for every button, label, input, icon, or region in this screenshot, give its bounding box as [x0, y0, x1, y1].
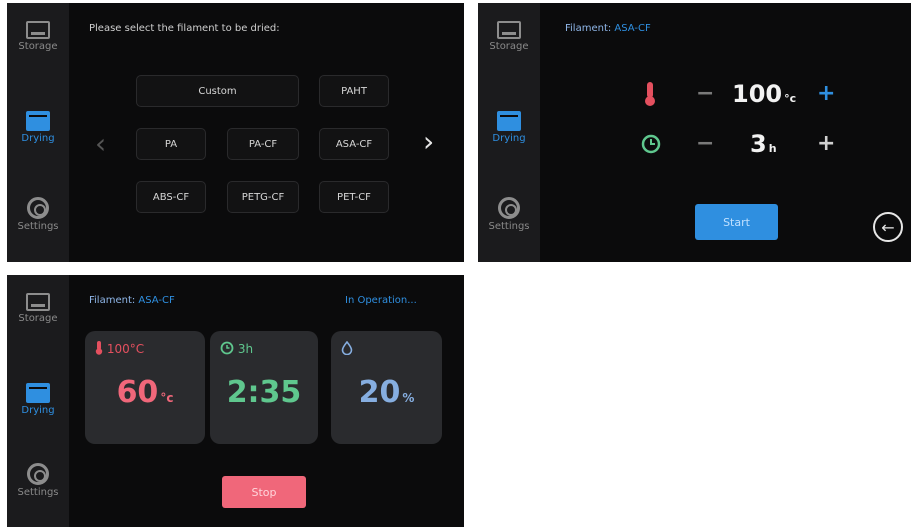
- sidebar-item-label: Drying: [21, 405, 55, 416]
- storage-icon: [26, 293, 50, 311]
- gear-icon: [27, 463, 49, 485]
- filament-button-pet-cf[interactable]: PET-CF: [319, 181, 389, 213]
- sidebar-item-storage[interactable]: Storage: [7, 13, 69, 93]
- temp-unit: °c: [784, 92, 797, 105]
- humidity-card: 20%: [331, 331, 442, 444]
- sidebar: Storage Drying Settings: [478, 3, 540, 262]
- filament-button-paht[interactable]: PAHT: [319, 75, 389, 107]
- storage-icon: [26, 21, 50, 39]
- filament-label: Filament:: [89, 295, 136, 306]
- time-unit: h: [768, 142, 777, 155]
- filament-select-screen: Storage Drying Settings Please select th…: [7, 3, 464, 262]
- temperature-card: 100°C 60 °c: [85, 331, 205, 444]
- time-remaining: 2:35: [226, 375, 302, 410]
- filament-button-pa[interactable]: PA: [136, 128, 206, 160]
- filament-value: ASA-CF: [138, 295, 175, 306]
- drying-icon: [26, 383, 50, 403]
- sidebar-item-label: Drying: [492, 133, 526, 144]
- filament-value: ASA-CF: [614, 23, 651, 34]
- time-target: 3h: [220, 341, 253, 356]
- time-value: 3h: [750, 130, 777, 158]
- temp-value: 100 °c: [732, 80, 796, 108]
- droplet-icon: [341, 340, 353, 356]
- temp-current-unit: °c: [160, 391, 174, 405]
- drying-icon: [497, 111, 521, 131]
- filament-info: Filament: ASA-CF: [565, 23, 651, 34]
- temp-plus-button[interactable]: +: [817, 81, 835, 106]
- start-button[interactable]: Start: [695, 204, 778, 240]
- drying-icon: [26, 111, 50, 131]
- sidebar-item-label: Storage: [18, 41, 58, 52]
- sidebar-item-label: Settings: [17, 487, 59, 498]
- filament-button-custom[interactable]: Custom: [136, 75, 299, 107]
- gear-icon: [498, 197, 520, 219]
- drying-progress-screen: Storage Drying Settings Filament: ASA-CF…: [7, 275, 464, 527]
- sidebar-item-storage[interactable]: Storage: [7, 285, 69, 365]
- next-arrow-icon[interactable]: ›: [423, 125, 434, 158]
- drying-settings-screen: Storage Drying Settings Filament: ASA-CF…: [478, 3, 911, 262]
- filament-button-asa-cf[interactable]: ASA-CF: [319, 128, 389, 160]
- time-plus-button[interactable]: +: [817, 131, 835, 156]
- humidity-head: [341, 340, 353, 358]
- filament-button-petg-cf[interactable]: PETG-CF: [227, 181, 299, 213]
- sidebar-item-settings[interactable]: Settings: [7, 189, 69, 262]
- clock-icon: [641, 134, 661, 154]
- filament-info: Filament: ASA-CF: [89, 295, 175, 306]
- time-number: 3: [750, 130, 767, 158]
- humidity-value: 20%: [331, 375, 442, 410]
- select-prompt: Please select the filament to be dried:: [89, 23, 280, 34]
- thermometer-icon: [95, 341, 103, 355]
- prev-arrow-icon[interactable]: ‹: [95, 127, 106, 160]
- filament-button-abs-cf[interactable]: ABS-CF: [136, 181, 206, 213]
- time-target-value: 3h: [237, 342, 254, 356]
- sidebar-item-drying[interactable]: Drying: [7, 375, 69, 455]
- thermometer-icon: [645, 82, 655, 106]
- gear-icon: [27, 197, 49, 219]
- humidity-unit: %: [402, 391, 415, 405]
- temp-current-number: 60: [116, 375, 159, 410]
- stop-button[interactable]: Stop: [222, 476, 306, 508]
- operation-status: In Operation...: [345, 295, 417, 306]
- storage-icon: [497, 21, 521, 39]
- sidebar-item-label: Storage: [18, 313, 58, 324]
- time-card: 3h 2:35: [210, 331, 318, 444]
- clock-icon: [220, 341, 234, 355]
- temp-target: 100°C: [95, 341, 144, 356]
- sidebar-item-label: Settings: [17, 221, 59, 232]
- filament-button-pa-cf[interactable]: PA-CF: [227, 128, 299, 160]
- sidebar-item-drying[interactable]: Drying: [7, 103, 69, 183]
- sidebar: Storage Drying Settings: [7, 275, 69, 527]
- back-icon[interactable]: ←: [873, 212, 903, 242]
- temp-current: 60 °c: [85, 375, 205, 410]
- sidebar-item-settings[interactable]: Settings: [478, 189, 540, 262]
- sidebar-item-label: Storage: [489, 41, 529, 52]
- sidebar-item-storage[interactable]: Storage: [478, 13, 540, 93]
- humidity-number: 20: [358, 375, 401, 410]
- sidebar-item-settings[interactable]: Settings: [7, 455, 69, 527]
- temp-target-value: 100°C: [106, 342, 145, 356]
- filament-label: Filament:: [565, 23, 612, 34]
- temp-number: 100: [732, 80, 783, 108]
- sidebar-item-label: Settings: [488, 221, 530, 232]
- sidebar: Storage Drying Settings: [7, 3, 69, 262]
- temp-minus-button[interactable]: −: [696, 81, 714, 106]
- sidebar-item-drying[interactable]: Drying: [478, 103, 540, 183]
- time-minus-button[interactable]: −: [696, 131, 714, 156]
- sidebar-item-label: Drying: [21, 133, 55, 144]
